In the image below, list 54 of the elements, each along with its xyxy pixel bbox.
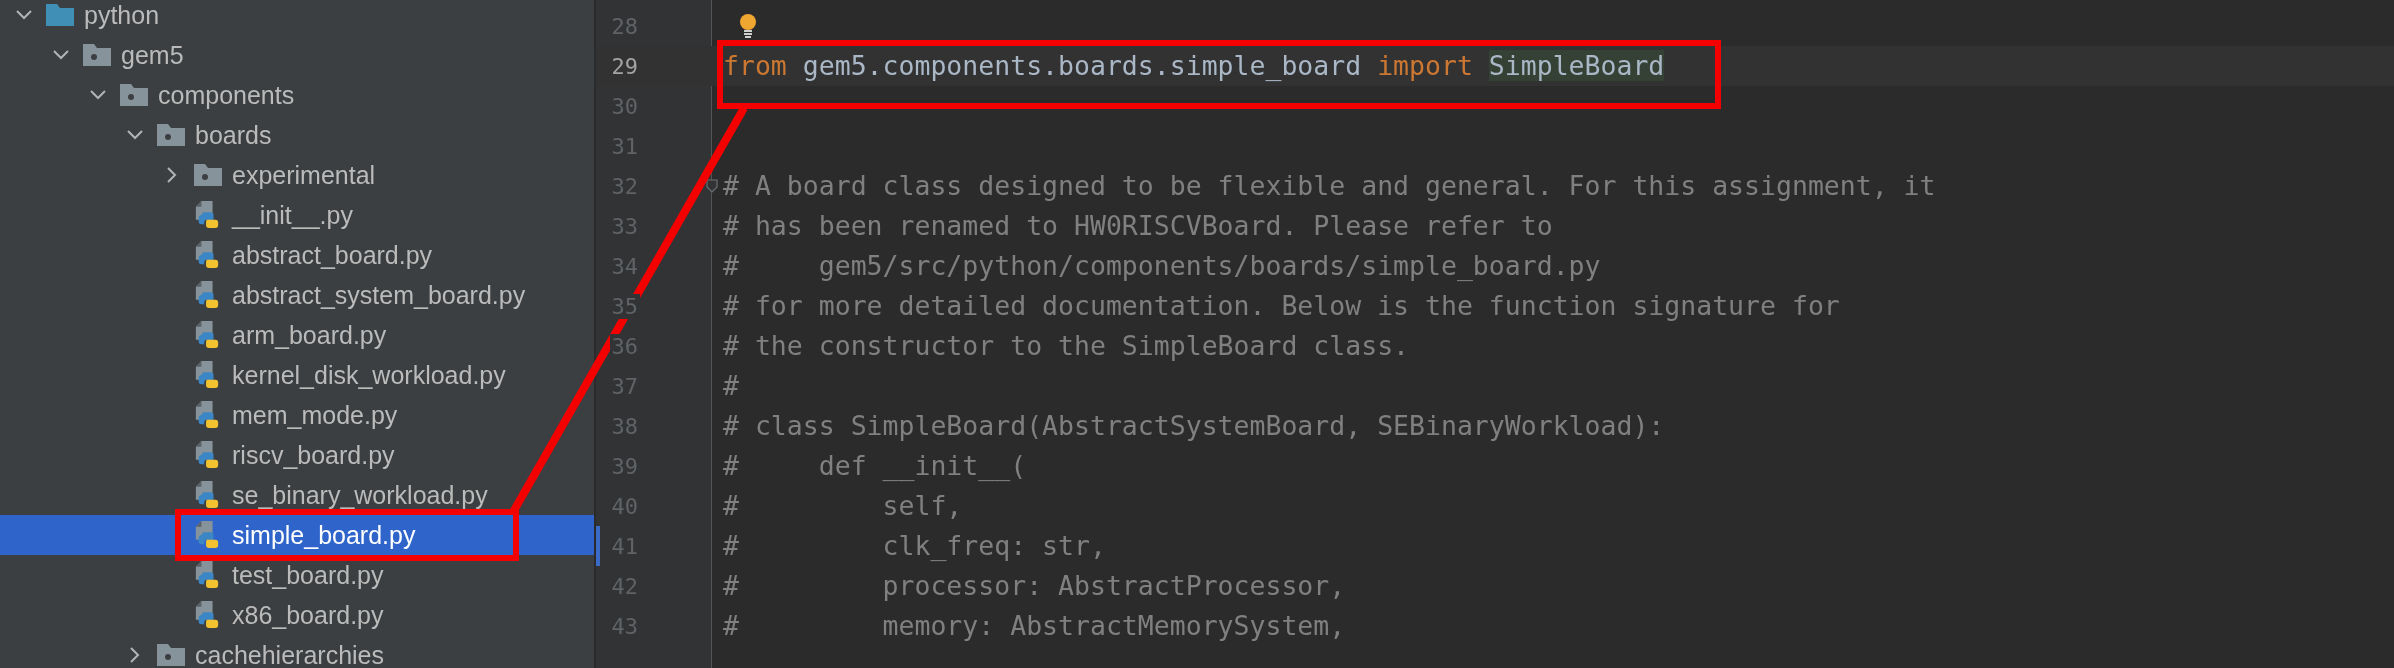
python-file-icon [194, 481, 220, 509]
package-folder-icon [120, 84, 148, 106]
code-line: # A board class designed to be flexible and general. For this assignment, it [723, 169, 1936, 203]
tree-item[interactable]: test_board.py [0, 555, 594, 595]
tree-item[interactable]: python [0, 0, 594, 35]
tree-item[interactable]: riscv_board.py [0, 435, 594, 475]
python-file-icon [194, 601, 220, 629]
chevron-icon[interactable] [53, 50, 69, 60]
tree-item[interactable]: __init__.py [0, 195, 594, 235]
code-line: # gem5/src/python/components/boards/simple_board.py [723, 249, 1601, 283]
tree-item[interactable]: boards [0, 115, 594, 155]
tree-item[interactable]: experimental [0, 155, 594, 195]
code-line: # clk_freq: str, [723, 529, 1106, 563]
python-file-icon [194, 441, 220, 469]
code-line: from gem5.components.boards.simple_board import SimpleBoard [723, 49, 1665, 83]
tree-item[interactable]: mem_mode.py [0, 395, 594, 435]
chevron-icon[interactable] [130, 647, 140, 663]
python-file-icon [194, 361, 220, 389]
code-line: # self, [723, 489, 963, 523]
code-line: # memory: AbstractMemorySystem, [723, 609, 1346, 643]
folder-icon [46, 4, 74, 26]
python-file-icon [194, 321, 220, 349]
package-folder-icon [194, 164, 222, 186]
code-line: # processor: AbstractProcessor, [723, 569, 1346, 603]
chevron-icon[interactable] [127, 130, 143, 140]
fold-icon[interactable] [706, 179, 718, 193]
package-folder-icon [83, 44, 111, 66]
tree-item[interactable]: cachehierarchies [0, 635, 594, 668]
chevron-icon[interactable] [167, 167, 177, 183]
tree-item[interactable]: x86_board.py [0, 595, 594, 635]
tree-item[interactable]: se_binary_workload.py [0, 475, 594, 515]
code-line: # def __init__( [723, 449, 1027, 483]
python-file-icon [194, 201, 220, 229]
python-file-icon [194, 241, 220, 269]
python-file-icon [194, 401, 220, 429]
code-line: # class SimpleBoard(AbstractSystemBoard, SEBinaryWorkload): [723, 409, 1665, 443]
tree-item[interactable]: components [0, 75, 594, 115]
python-file-icon [194, 561, 220, 589]
tree-item[interactable]: simple_board.py [0, 515, 594, 555]
code-line: # the constructor to the SimpleBoard class. [723, 329, 1410, 363]
python-file-icon [194, 521, 220, 549]
tree-item[interactable]: arm_board.py [0, 315, 594, 355]
tree-item[interactable]: gem5 [0, 35, 594, 75]
tree-item[interactable]: abstract_board.py [0, 235, 594, 275]
tree-item[interactable]: abstract_system_board.py [0, 275, 594, 315]
tree-item[interactable]: kernel_disk_workload.py [0, 355, 594, 395]
chevron-icon[interactable] [16, 10, 32, 20]
code-line: # has been renamed to HW0RISCVBoard. Please refer to [723, 209, 1553, 243]
lightbulb-icon[interactable] [739, 13, 757, 39]
package-folder-icon [157, 124, 185, 146]
chevron-icon[interactable] [90, 90, 106, 100]
python-file-icon [194, 281, 220, 309]
code-line: # [723, 369, 739, 403]
code-line: # for more detailed documentation. Below is the function signature for [723, 289, 1840, 323]
